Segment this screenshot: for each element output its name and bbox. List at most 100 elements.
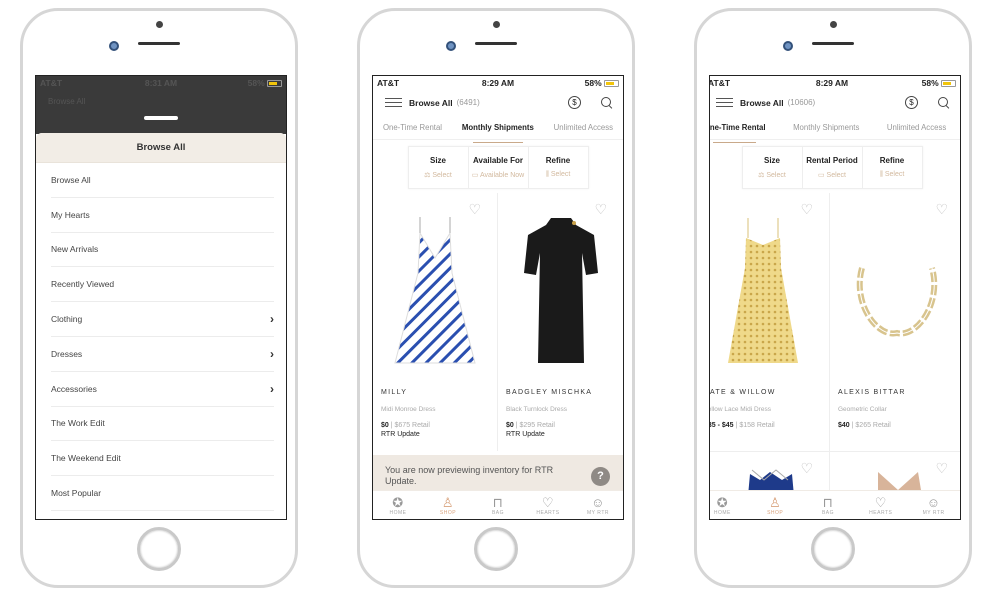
tabbar-my-rtr[interactable]: ☺ MY RTR: [914, 495, 954, 516]
filter-refine[interactable]: Refine ⫼ Select: [529, 147, 588, 188]
heart-icon[interactable]: ♡: [935, 201, 948, 218]
menu-item-browse-all[interactable]: Browse All: [51, 163, 274, 198]
tabbar-hearts[interactable]: ♡ HEARTS: [861, 495, 901, 516]
carrier-label: AT&T: [40, 77, 63, 88]
dollar-icon[interactable]: $: [568, 96, 581, 109]
tabbar-home[interactable]: ✪ HOME: [378, 495, 418, 516]
hamburger-icon[interactable]: [716, 97, 733, 108]
profile-icon: ☺: [591, 494, 605, 510]
product-note: RTR Update: [506, 431, 545, 438]
filter-value: ⚖ Select: [758, 171, 786, 179]
tab-monthly-shipments[interactable]: Monthly Shipments: [462, 119, 534, 143]
product-card[interactable]: ♡ MILLY Midi Monroe Dress $0 | $675 Retail R…: [373, 193, 498, 451]
product-card[interactable]: ♡: [710, 452, 830, 492]
front-lens-icon: [109, 41, 119, 51]
product-brand: ALEXIS BITTAR: [838, 389, 906, 396]
calendar-icon: ▭: [471, 172, 480, 179]
page-title[interactable]: Browse All: [740, 98, 784, 108]
menu-item-the-work-edit[interactable]: The Work Edit: [51, 407, 274, 442]
home-star-icon: ✪: [392, 494, 404, 510]
top-bar: Browse All (6491) $: [373, 89, 623, 116]
tabbar-shop[interactable]: ♙ SHOP: [755, 495, 795, 516]
status-bar: AT&T 8:29 AM 58%: [373, 76, 623, 89]
filter-label: Refine: [879, 156, 905, 165]
rental-price: $35 - $45: [710, 422, 734, 429]
product-card[interactable]: ♡ ALEXIS BITTAR Geometric Collar $40 | $265…: [830, 193, 960, 451]
dimmed-background[interactable]: AT&T 8:31 AM 58% Browse All: [36, 76, 286, 134]
page-title[interactable]: Browse All: [409, 98, 453, 108]
screen-one-time-rental: AT&T 8:29 AM 58% Browse All (10606) $ On…: [709, 75, 961, 520]
menu-item-new-arrivals[interactable]: New Arrivals: [51, 233, 274, 268]
product-card[interactable]: ♡ BADGLEY MISCHKA Black Turnlock Dress $0 |…: [498, 193, 623, 451]
heart-icon: ♡: [541, 494, 555, 510]
search-icon[interactable]: [601, 96, 613, 109]
filter-available-for[interactable]: Available For ▭ Available Now: [469, 147, 529, 188]
product-card[interactable]: ♡ KATE & WILLOW Yellow Lace Midi Dress $35 …: [709, 193, 830, 451]
result-count: (6491): [456, 98, 480, 107]
menu-item-recently-viewed[interactable]: Recently Viewed: [51, 267, 274, 303]
filter-label: Refine: [545, 156, 571, 165]
home-star-icon: ✪: [716, 494, 729, 510]
tabbar-bag[interactable]: ⊓ BAG: [808, 495, 848, 516]
heart-icon[interactable]: ♡: [594, 201, 607, 218]
result-count: (10606): [787, 98, 816, 107]
home-button[interactable]: [474, 527, 518, 571]
heart-icon[interactable]: ♡: [468, 201, 481, 218]
product-image-black: [506, 203, 615, 383]
filter-value-text: Select: [826, 172, 847, 179]
dollar-icon[interactable]: $: [905, 96, 918, 109]
menu-item-the-weekend-edit[interactable]: The Weekend Edit: [51, 441, 274, 477]
tabbar-hearts[interactable]: ♡ HEARTS: [528, 495, 568, 516]
tabbar-shop[interactable]: ♙ SHOP: [428, 495, 468, 516]
speaker-grille: [138, 42, 180, 45]
tabbar-label: MY RTR: [922, 509, 945, 516]
tab-monthly-shipments[interactable]: Monthly Shipments: [793, 119, 859, 136]
heart-icon[interactable]: ♡: [800, 201, 813, 218]
filter-size[interactable]: Size ⚖ Select: [409, 147, 469, 188]
rental-tabs: One-Time Rental Monthly Shipments Unlimite…: [710, 116, 960, 143]
chevron-right-icon: ›: [270, 381, 274, 396]
filter-value: ⚖ Select: [424, 171, 452, 179]
product-price: $40 | $265 Retail: [838, 422, 891, 429]
drag-handle[interactable]: [144, 116, 178, 120]
menu-item-most-popular[interactable]: Most Popular: [51, 476, 274, 511]
tab-unlimited-access[interactable]: Unlimited Access: [887, 119, 946, 136]
filter-size[interactable]: Size ⚖ Select: [743, 147, 803, 188]
tabbar-label: SHOP: [439, 509, 457, 516]
tab-unlimited-access[interactable]: Unlimited Access: [554, 119, 613, 136]
hamburger-icon[interactable]: [385, 97, 402, 108]
product-card[interactable]: ♡: [830, 452, 960, 492]
browse-sheet: Browse All Browse All My Hearts New Arriva…: [36, 133, 286, 519]
filter-bar: Size ⚖ Select Available For ▭ Available Now…: [407, 146, 589, 189]
home-button[interactable]: [811, 527, 855, 571]
tabbar-bag[interactable]: ⊓ BAG: [478, 495, 518, 516]
tab-one-time-rental[interactable]: One-Time Rental: [383, 119, 442, 136]
toast-message: You are now previewing inventory for RTR…: [385, 465, 554, 486]
product-brand: KATE & WILLOW: [709, 389, 776, 396]
menu-item-dresses[interactable]: Dresses ›: [51, 337, 274, 372]
menu-item-clothing[interactable]: Clothing ›: [51, 302, 274, 337]
tab-one-time-rental[interactable]: One-Time Rental: [710, 119, 766, 143]
search-icon[interactable]: [938, 96, 950, 109]
filter-refine[interactable]: Refine ⫼ Select: [863, 147, 922, 188]
chevron-right-icon: ›: [270, 346, 274, 361]
menu-item-label: Dresses: [51, 348, 83, 359]
front-lens-icon: [446, 41, 456, 51]
carrier-label: AT&T: [377, 77, 400, 88]
menu-item-accessories[interactable]: Accessories ›: [51, 372, 274, 407]
battery-icon: [267, 79, 282, 87]
status-bar: AT&T 8:31 AM 58%: [36, 76, 286, 89]
filter-rental-period[interactable]: Rental Period ▭ Select: [803, 147, 863, 188]
battery-percent: 58%: [584, 77, 602, 88]
tabbar-home[interactable]: ✪ HOME: [710, 494, 742, 516]
tabbar-my-rtr[interactable]: ☺ MY RTR: [578, 495, 618, 516]
product-image-stripe: [381, 203, 489, 383]
filter-label: Rental Period: [806, 156, 858, 165]
tabbar-label: HEARTS: [869, 509, 893, 516]
help-icon[interactable]: ?: [591, 467, 610, 486]
top-bar: Browse All (10606) $: [710, 89, 960, 116]
menu-item-my-hearts[interactable]: My Hearts: [51, 198, 274, 233]
tabbar-label: MY RTR: [587, 509, 609, 516]
home-button[interactable]: [137, 527, 181, 571]
filter-value: ⫼ Select: [880, 171, 905, 179]
